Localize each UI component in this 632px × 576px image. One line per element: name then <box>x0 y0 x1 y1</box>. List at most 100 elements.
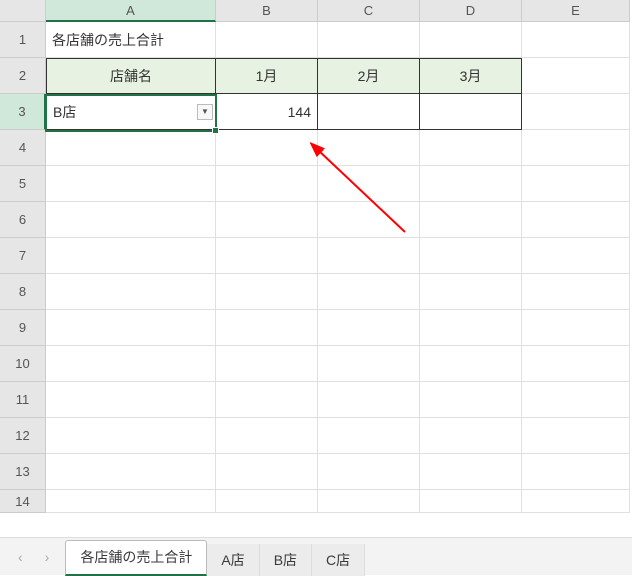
cell-E13[interactable] <box>522 454 630 490</box>
cell-B10[interactable] <box>216 346 318 382</box>
cell-A9[interactable] <box>46 310 216 346</box>
cell-C3[interactable] <box>318 94 420 130</box>
cell-A6[interactable] <box>46 202 216 238</box>
row-header-9[interactable]: 9 <box>0 310 46 346</box>
row-header-3[interactable]: 3 <box>0 94 46 130</box>
cell-E14[interactable] <box>522 490 630 513</box>
cell-C8[interactable] <box>318 274 420 310</box>
cell-E6[interactable] <box>522 202 630 238</box>
cell-D3[interactable] <box>420 94 522 130</box>
row-header-8[interactable]: 8 <box>0 274 46 310</box>
cell-D6[interactable] <box>420 202 522 238</box>
cell-B4[interactable] <box>216 130 318 166</box>
cell-A8[interactable] <box>46 274 216 310</box>
dropdown-button[interactable]: ▼ <box>197 104 213 120</box>
row-header-13[interactable]: 13 <box>0 454 46 490</box>
cell-D7[interactable] <box>420 238 522 274</box>
cell-C7[interactable] <box>318 238 420 274</box>
sheet-tab-summary[interactable]: 各店舗の売上合計 <box>65 540 207 576</box>
cell-C9[interactable] <box>318 310 420 346</box>
cell-A3[interactable]: B店 ▼ <box>46 94 216 130</box>
cell-E12[interactable] <box>522 418 630 454</box>
row-header-4[interactable]: 4 <box>0 130 46 166</box>
row-1: 1 各店舗の売上合計 <box>0 22 632 58</box>
cell-E4[interactable] <box>522 130 630 166</box>
select-all-corner[interactable] <box>0 0 46 22</box>
cell-A11[interactable] <box>46 382 216 418</box>
cell-D1[interactable] <box>420 22 522 58</box>
cell-A5[interactable] <box>46 166 216 202</box>
row-5: 5 <box>0 166 632 202</box>
cell-E2[interactable] <box>522 58 630 94</box>
tab-nav-prev[interactable]: ‹ <box>18 549 23 565</box>
col-header-D[interactable]: D <box>420 0 522 22</box>
cell-C14[interactable] <box>318 490 420 513</box>
row-header-7[interactable]: 7 <box>0 238 46 274</box>
cell-D11[interactable] <box>420 382 522 418</box>
cell-E1[interactable] <box>522 22 630 58</box>
col-header-B[interactable]: B <box>216 0 318 22</box>
cell-E9[interactable] <box>522 310 630 346</box>
cell-B6[interactable] <box>216 202 318 238</box>
cell-A7[interactable] <box>46 238 216 274</box>
cell-B2[interactable]: 1月 <box>216 58 318 94</box>
cell-D8[interactable] <box>420 274 522 310</box>
tab-nav-next[interactable]: › <box>45 549 50 565</box>
cell-B7[interactable] <box>216 238 318 274</box>
row-header-12[interactable]: 12 <box>0 418 46 454</box>
cell-C5[interactable] <box>318 166 420 202</box>
cell-C13[interactable] <box>318 454 420 490</box>
cell-E8[interactable] <box>522 274 630 310</box>
row-header-2[interactable]: 2 <box>0 58 46 94</box>
cell-D2[interactable]: 3月 <box>420 58 522 94</box>
cell-D14[interactable] <box>420 490 522 513</box>
cell-A14[interactable] <box>46 490 216 513</box>
cell-A13[interactable] <box>46 454 216 490</box>
cell-D5[interactable] <box>420 166 522 202</box>
sheet-tab-b[interactable]: B店 <box>260 544 312 576</box>
row-header-1[interactable]: 1 <box>0 22 46 58</box>
cell-A12[interactable] <box>46 418 216 454</box>
cell-B3[interactable]: 144 <box>216 94 318 130</box>
cell-B9[interactable] <box>216 310 318 346</box>
cell-B1[interactable] <box>216 22 318 58</box>
cell-E5[interactable] <box>522 166 630 202</box>
cell-D13[interactable] <box>420 454 522 490</box>
cell-B11[interactable] <box>216 382 318 418</box>
cell-C4[interactable] <box>318 130 420 166</box>
cell-B12[interactable] <box>216 418 318 454</box>
cell-E7[interactable] <box>522 238 630 274</box>
cell-D10[interactable] <box>420 346 522 382</box>
cell-D12[interactable] <box>420 418 522 454</box>
cell-B14[interactable] <box>216 490 318 513</box>
row-header-10[interactable]: 10 <box>0 346 46 382</box>
cell-C1[interactable] <box>318 22 420 58</box>
sheet-tab-c[interactable]: C店 <box>312 544 365 576</box>
sheet-tab-a[interactable]: A店 <box>207 544 259 576</box>
cell-D9[interactable] <box>420 310 522 346</box>
cell-C12[interactable] <box>318 418 420 454</box>
cell-A1[interactable]: 各店舗の売上合計 <box>46 22 216 58</box>
col-header-C[interactable]: C <box>318 0 420 22</box>
cell-B13[interactable] <box>216 454 318 490</box>
col-header-E[interactable]: E <box>522 0 630 22</box>
cell-E10[interactable] <box>522 346 630 382</box>
cell-B8[interactable] <box>216 274 318 310</box>
cell-C10[interactable] <box>318 346 420 382</box>
row-header-14[interactable]: 14 <box>0 490 46 513</box>
row-header-11[interactable]: 11 <box>0 382 46 418</box>
row-6: 6 <box>0 202 632 238</box>
cell-C11[interactable] <box>318 382 420 418</box>
cell-D4[interactable] <box>420 130 522 166</box>
cell-C2[interactable]: 2月 <box>318 58 420 94</box>
cell-A10[interactable] <box>46 346 216 382</box>
row-header-5[interactable]: 5 <box>0 166 46 202</box>
col-header-A[interactable]: A <box>46 0 216 22</box>
cell-E11[interactable] <box>522 382 630 418</box>
cell-B5[interactable] <box>216 166 318 202</box>
row-header-6[interactable]: 6 <box>0 202 46 238</box>
cell-C6[interactable] <box>318 202 420 238</box>
cell-E3[interactable] <box>522 94 630 130</box>
cell-A4[interactable] <box>46 130 216 166</box>
cell-A2[interactable]: 店舗名 <box>46 58 216 94</box>
